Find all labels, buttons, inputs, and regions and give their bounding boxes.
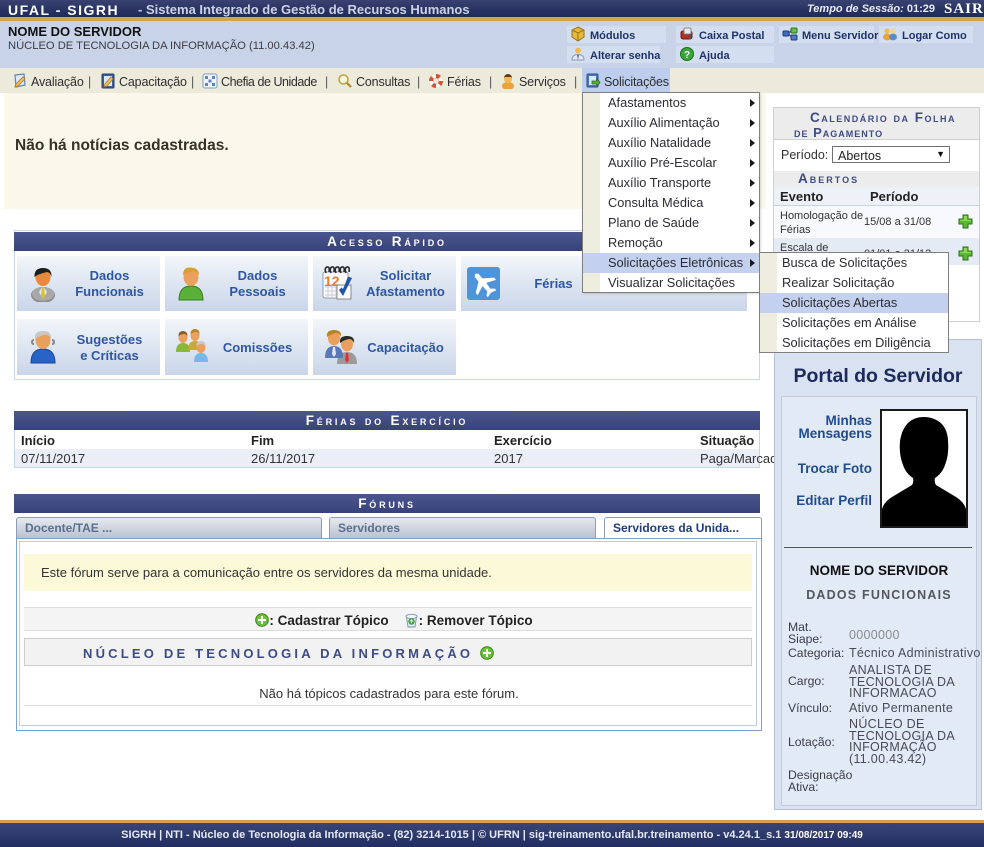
- svg-text:?: ?: [684, 50, 690, 61]
